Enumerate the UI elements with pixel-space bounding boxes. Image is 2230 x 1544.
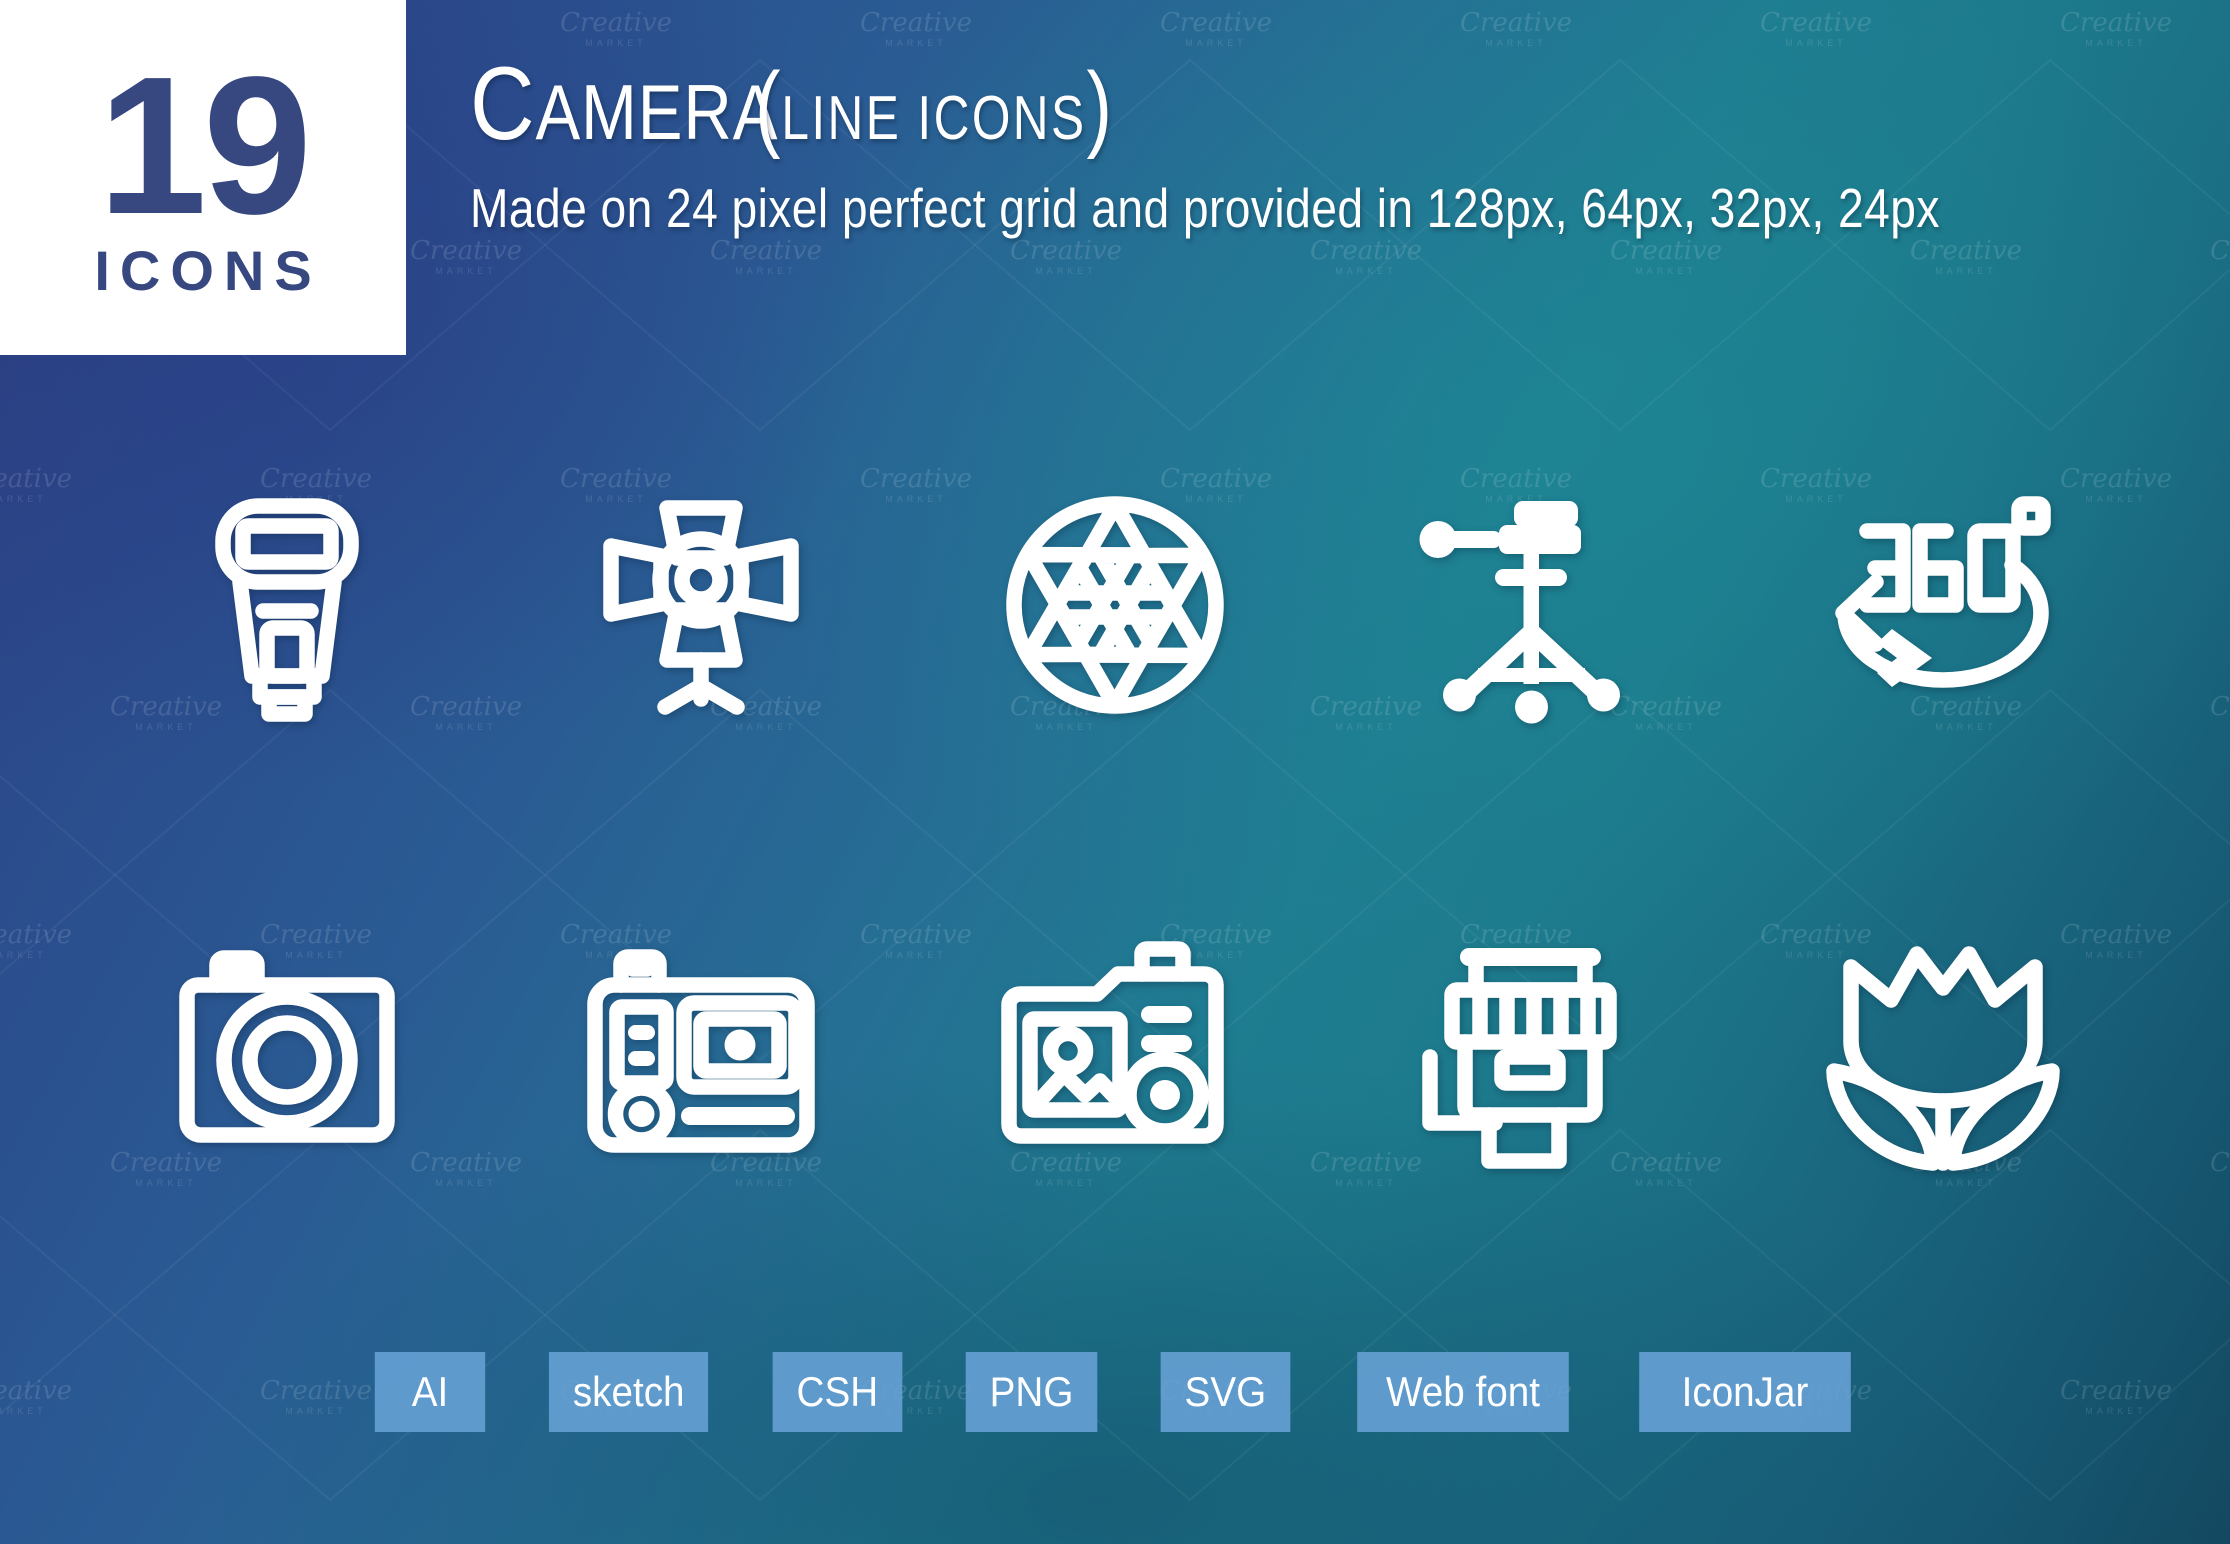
360-degrees-icon <box>1793 455 2093 755</box>
page-title-main: CAMERA <box>470 52 779 156</box>
tripod-icon <box>1379 455 1679 755</box>
page-title-parenthetical: (LINE ICONS) <box>755 52 1113 162</box>
action-camera-icon <box>551 905 851 1205</box>
page-title-body: AMERA <box>535 68 779 156</box>
header: CAMERA (LINE ICONS) Made on 24 pixel per… <box>470 52 2220 240</box>
format-tag-png[interactable]: PNG <box>965 1352 1098 1432</box>
photo-camera-icon <box>137 905 437 1205</box>
paren-close: ) <box>1086 53 1113 160</box>
page-title: CAMERA (LINE ICONS) <box>470 52 2220 162</box>
studio-light-icon <box>551 455 851 755</box>
flower-macro-icon <box>1793 905 2093 1205</box>
format-tag-iconjar[interactable]: IconJar <box>1639 1352 1851 1432</box>
format-tag-csh[interactable]: CSH <box>773 1352 903 1432</box>
camera-flash-icon <box>137 455 437 755</box>
aperture-shutter-icon <box>965 455 1265 755</box>
format-tag-sketch[interactable]: sketch <box>549 1352 709 1432</box>
page-title-initial: C <box>470 46 536 162</box>
format-tag-row: AI sketch CSH PNG SVG Web font IconJar <box>0 1352 2230 1432</box>
icon-count-badge: 19 ICONS <box>0 0 406 355</box>
page-subtitle: Made on 24 pixel perfect grid and provid… <box>470 177 1940 239</box>
icon-grid <box>80 440 2150 1220</box>
icon-count-number: 19 <box>97 36 312 256</box>
format-tag-ai[interactable]: AI <box>374 1352 486 1432</box>
camera-with-photo-icon <box>965 905 1265 1205</box>
paren-text: LINE ICONS <box>780 84 1087 153</box>
paren-open: ( <box>754 53 781 160</box>
icon-count-label: ICONS <box>94 238 322 302</box>
format-tag-web-font[interactable]: Web font <box>1357 1352 1569 1432</box>
format-tag-svg[interactable]: SVG <box>1160 1352 1291 1432</box>
camera-lens-icon <box>1379 905 1679 1205</box>
